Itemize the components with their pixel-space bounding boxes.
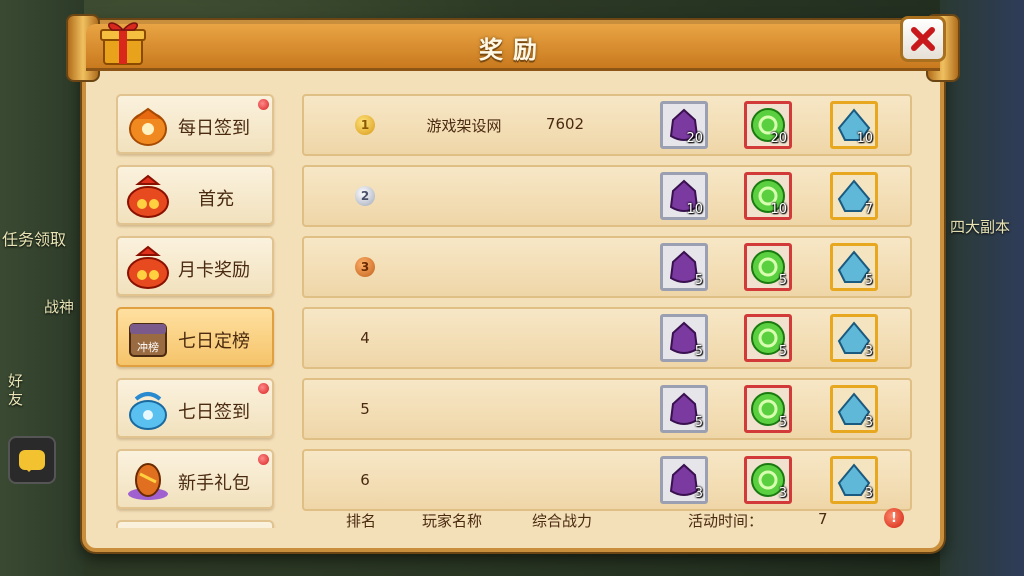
- ranking-row: 1 游戏架设网 7602 20 20 10: [302, 94, 912, 156]
- panel-title: 奖励: [479, 36, 547, 64]
- sidebar-item-first-recharge[interactable]: 首充: [116, 165, 274, 225]
- rank-cell: 3: [340, 238, 390, 296]
- reward-item-green[interactable]: 5: [744, 314, 792, 362]
- close-button[interactable]: [900, 16, 946, 62]
- sidebar-item-label: 七日定榜: [178, 331, 250, 352]
- reward-item-green[interactable]: 5: [744, 385, 792, 433]
- gold-medal-icon: 1: [355, 115, 375, 135]
- rank-number: 4: [360, 329, 370, 347]
- sidebar-item-label: 首充: [198, 189, 234, 210]
- orange-pouch-icon: [129, 107, 167, 146]
- ranking-footer: 排名 玩家名称 综合战力 活动时间： 7 !: [302, 508, 922, 538]
- reward-item-blue[interactable]: 10: [830, 101, 878, 149]
- money-bag-icon: [127, 245, 169, 289]
- sidebar-item-newbie-gift[interactable]: 新手礼包: [116, 449, 274, 509]
- rank-number: 5: [360, 400, 370, 418]
- panel-header: 奖励: [86, 24, 940, 71]
- sidebar: 每日签到 首充 月卡奖励 冲榜 七日定榜 七日签到 新手礼包: [116, 94, 278, 528]
- rank-cell: 1: [340, 96, 390, 154]
- sidebar-item-partial[interactable]: [116, 520, 274, 528]
- reward-item-purple[interactable]: 5: [660, 314, 708, 362]
- ranking-row: 2 10 10 7: [302, 165, 912, 227]
- ranking-list: 1 游戏架设网 7602 20 20 10 2 10 10 7 3 5 5 5 …: [302, 94, 912, 522]
- friends-label[interactable]: 好友: [8, 372, 32, 408]
- reward-item-green[interactable]: 20: [744, 101, 792, 149]
- reward-item-blue[interactable]: 7: [830, 172, 878, 220]
- chat-bubble-icon: [19, 450, 45, 472]
- reward-item-purple[interactable]: 5: [660, 385, 708, 433]
- reward-item-green[interactable]: 10: [744, 172, 792, 220]
- sidebar-item-label: 月卡奖励: [178, 260, 250, 281]
- reward-item-blue[interactable]: 3: [830, 314, 878, 362]
- activity-time-label: 活动时间：: [688, 512, 764, 530]
- ranking-row: 3 5 5 5: [302, 236, 912, 298]
- reward-panel: 奖励 每日签到 首充 月卡奖励 冲榜 七日定榜 七日签到 新手礼包 1 游戏架设…: [66, 14, 960, 552]
- gift-box-icon: [100, 22, 146, 65]
- reward-item-blue[interactable]: 3: [830, 385, 878, 433]
- bronze-medal-icon: 3: [355, 257, 375, 277]
- sidebar-item-label: 新手礼包: [178, 473, 250, 494]
- rank-number: 6: [360, 471, 370, 489]
- notification-dot: [258, 99, 269, 110]
- sidebar-item-seven-day-ranking[interactable]: 冲榜 七日定榜: [116, 307, 274, 367]
- ranking-row: 6 3 3 3: [302, 449, 912, 511]
- war-god-label[interactable]: 战神: [44, 296, 74, 317]
- reward-item-purple[interactable]: 10: [660, 172, 708, 220]
- rank-cell: 2: [340, 167, 390, 225]
- reward-item-purple[interactable]: 5: [660, 243, 708, 291]
- sidebar-item-monthly-card[interactable]: 月卡奖励: [116, 236, 274, 296]
- reward-item-purple[interactable]: 3: [660, 456, 708, 504]
- combat-power: 7602: [545, 115, 585, 133]
- blue-pouch-icon: [129, 392, 167, 430]
- four-dungeons-label[interactable]: 四大副本: [950, 216, 1010, 237]
- chat-button[interactable]: [8, 436, 56, 484]
- game-left-strip: [0, 0, 84, 576]
- notification-dot: [258, 383, 269, 394]
- svg-text:冲榜: 冲榜: [137, 340, 159, 354]
- rank-header: 排名: [346, 512, 377, 530]
- sidebar-item-daily-signin[interactable]: 每日签到: [116, 94, 274, 154]
- reward-item-blue[interactable]: 3: [830, 456, 878, 504]
- player-name: 游戏架设网: [426, 117, 502, 135]
- game-right-strip: [940, 0, 1024, 576]
- sidebar-item-label: 每日签到: [178, 118, 250, 139]
- reward-item-blue[interactable]: 5: [830, 243, 878, 291]
- combat-power-header: 综合战力: [532, 512, 593, 530]
- player-name-header: 玩家名称: [422, 512, 483, 530]
- egg-gift-icon: [128, 463, 168, 500]
- ranking-row: 5 5 5 3: [302, 378, 912, 440]
- ranking-row: 4 5 5 3: [302, 307, 912, 369]
- info-exclamation-icon[interactable]: !: [884, 508, 904, 528]
- reward-item-purple[interactable]: 20: [660, 101, 708, 149]
- reward-item-green[interactable]: 5: [744, 243, 792, 291]
- money-bag-icon: [127, 174, 169, 218]
- silver-medal-icon: 2: [355, 186, 375, 206]
- activity-time-value: 7: [818, 510, 828, 528]
- rank-chest-icon: 冲榜: [129, 323, 167, 357]
- sidebar-item-seven-day-signin[interactable]: 七日签到: [116, 378, 274, 438]
- reward-item-green[interactable]: 3: [744, 456, 792, 504]
- sidebar-item-label: 七日签到: [178, 402, 250, 423]
- notification-dot: [258, 454, 269, 465]
- close-x-icon: [911, 27, 935, 51]
- quest-pickup-label[interactable]: 任务领取: [2, 226, 66, 250]
